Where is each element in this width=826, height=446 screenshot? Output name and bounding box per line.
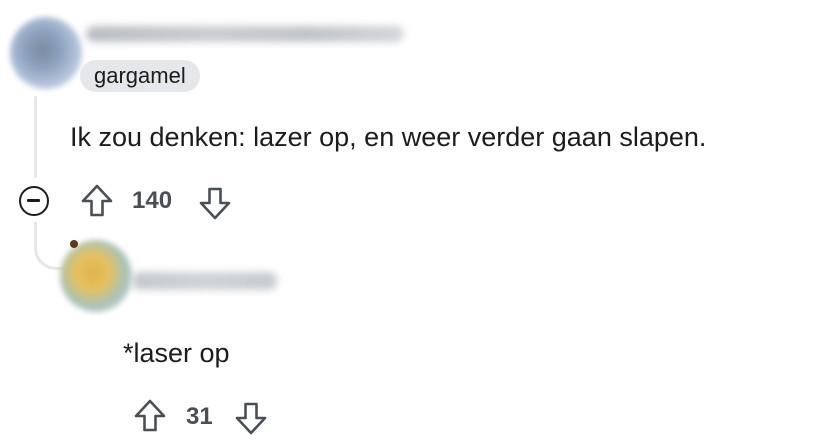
avatar-accessory: [70, 240, 78, 248]
avatar[interactable]: [10, 17, 82, 89]
downvote-arrow-icon[interactable]: [234, 400, 268, 436]
vote-score: 140: [132, 187, 173, 214]
user-flair: gargamel: [80, 60, 200, 92]
downvote-arrow-icon[interactable]: [198, 185, 232, 221]
vote-score: 31: [186, 403, 213, 430]
thread-line: [34, 96, 37, 178]
avatar[interactable]: [60, 240, 132, 312]
minus-circle-icon[interactable]: [19, 186, 49, 216]
username-redacted[interactable]: [132, 272, 277, 290]
comment-body: Ik zou denken: lazer op, en weer verder …: [70, 122, 707, 152]
comment-body: *laser op: [123, 338, 230, 368]
upvote-arrow-icon[interactable]: [80, 183, 114, 219]
upvote-arrow-icon[interactable]: [133, 398, 167, 434]
username-redacted[interactable]: [86, 26, 404, 42]
